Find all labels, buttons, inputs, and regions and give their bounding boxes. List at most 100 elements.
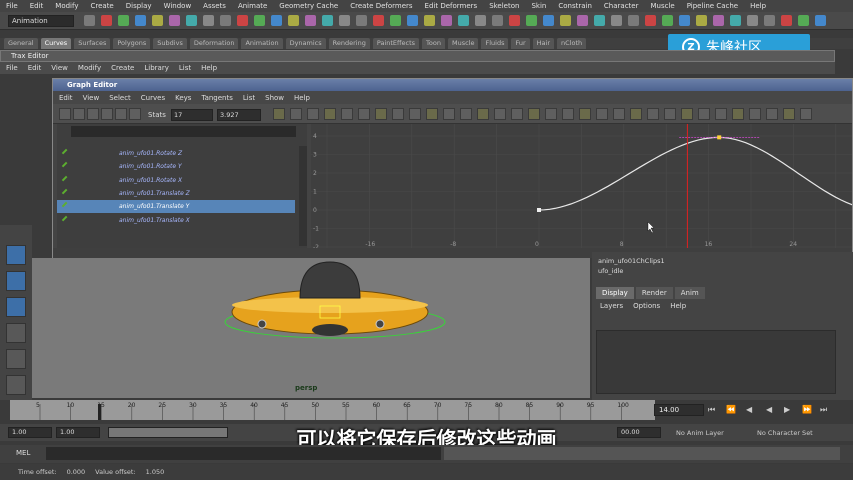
graph-tool-icon[interactable] — [73, 108, 85, 120]
tangent-tool-icon[interactable] — [783, 108, 795, 120]
shelf-tab-fur[interactable]: Fur — [511, 38, 530, 49]
toolbar-icon[interactable] — [356, 15, 367, 26]
tangent-tool-icon[interactable] — [528, 108, 540, 120]
select-tool-icon[interactable] — [6, 245, 26, 265]
menu-window[interactable]: Window — [164, 2, 192, 10]
toolbar-icon[interactable] — [577, 15, 588, 26]
toolbar-icon[interactable] — [713, 15, 724, 26]
toolbar-icon[interactable] — [747, 15, 758, 26]
toolbar-icon[interactable] — [509, 15, 520, 26]
graph-tool-icon[interactable] — [115, 108, 127, 120]
menu-modify[interactable]: Modify — [55, 2, 78, 10]
tangent-tool-icon[interactable] — [290, 108, 302, 120]
trax-menu-edit[interactable]: Edit — [28, 64, 42, 72]
tangent-tool-icon[interactable] — [596, 108, 608, 120]
menu-muscle[interactable]: Muscle — [650, 2, 674, 10]
graph-menu-keys[interactable]: Keys — [175, 94, 191, 102]
graph-menu-select[interactable]: Select — [109, 94, 131, 102]
menu-file[interactable]: File — [6, 2, 18, 10]
outliner-scrollbar[interactable] — [299, 146, 307, 246]
animation-curve-graph[interactable]: 43210-1-2-3-24-16-80816243240 — [311, 124, 852, 248]
tangent-tool-icon[interactable] — [426, 108, 438, 120]
tangent-tool-icon[interactable] — [324, 108, 336, 120]
toolbar-icon[interactable] — [305, 15, 316, 26]
channel-row[interactable]: anim_ufo01.Translate X — [57, 214, 295, 227]
channel-row[interactable]: anim_ufo01.Rotate Z — [57, 147, 295, 160]
channel-row[interactable]: anim_ufo01.Translate Z — [57, 187, 295, 200]
step-back-key-icon[interactable]: ⏪ — [726, 405, 736, 414]
tangent-tool-icon[interactable] — [443, 108, 455, 120]
graph-tool-icon[interactable] — [59, 108, 71, 120]
toolbar-icon[interactable] — [560, 15, 571, 26]
tangent-tool-icon[interactable] — [358, 108, 370, 120]
toolbar-icon[interactable] — [135, 15, 146, 26]
menu-pipeline-cache[interactable]: Pipeline Cache — [687, 2, 738, 10]
shelf-tab-general[interactable]: General — [4, 38, 38, 49]
toolbar-icon[interactable] — [220, 15, 231, 26]
menu-create[interactable]: Create — [90, 2, 113, 10]
step-back-icon[interactable]: ◀︎ — [746, 405, 752, 414]
tangent-tool-icon[interactable] — [392, 108, 404, 120]
shelf-tab-toon[interactable]: Toon — [422, 38, 445, 49]
trax-menu-list[interactable]: List — [179, 64, 191, 72]
menu-character[interactable]: Character — [604, 2, 639, 10]
stats-value-field[interactable]: 3.927 — [217, 109, 261, 121]
step-forward-icon[interactable]: ⏩ — [802, 405, 812, 414]
tangent-tool-icon[interactable] — [511, 108, 523, 120]
tangent-tool-icon[interactable] — [647, 108, 659, 120]
trax-menu-modify[interactable]: Modify — [78, 64, 101, 72]
outliner-filter-field[interactable] — [71, 126, 296, 137]
menu-set-selector[interactable]: Animation — [8, 15, 74, 27]
shelf-tab-animation[interactable]: Animation — [241, 38, 283, 49]
stats-frame-field[interactable]: 17 — [171, 109, 213, 121]
graph-tool-icon[interactable] — [87, 108, 99, 120]
menu-create-deformers[interactable]: Create Deformers — [350, 2, 412, 10]
toolbar-icon[interactable] — [645, 15, 656, 26]
tangent-tool-icon[interactable] — [341, 108, 353, 120]
toolbar-icon[interactable] — [475, 15, 486, 26]
graph-menu-list[interactable]: List — [243, 94, 255, 102]
menu-display[interactable]: Display — [126, 2, 152, 10]
tangent-tool-icon[interactable] — [494, 108, 506, 120]
toolbar-icon[interactable] — [169, 15, 180, 26]
trax-menu-help[interactable]: Help — [201, 64, 217, 72]
shelf-tab-ncloth[interactable]: nCloth — [557, 38, 587, 49]
tangent-tool-icon[interactable] — [545, 108, 557, 120]
toolbar-icon[interactable] — [781, 15, 792, 26]
shelf-tab-muscle[interactable]: Muscle — [447, 38, 479, 49]
tangent-tool-icon[interactable] — [749, 108, 761, 120]
toolbar-icon[interactable] — [441, 15, 452, 26]
shelf-tab-subdivs[interactable]: Subdivs — [153, 38, 187, 49]
toolbar-icon[interactable] — [543, 15, 554, 26]
play-back-icon[interactable]: ◀ — [766, 405, 772, 414]
toolbar-icon[interactable] — [611, 15, 622, 26]
toolbar-icon[interactable] — [594, 15, 605, 26]
toolbar-icon[interactable] — [696, 15, 707, 26]
shelf-tab-curves[interactable]: Curves — [40, 38, 72, 49]
toolbar-icon[interactable] — [84, 15, 95, 26]
toolbar-icon[interactable] — [288, 15, 299, 26]
toolbar-icon[interactable] — [764, 15, 775, 26]
current-time-indicator[interactable] — [98, 404, 101, 420]
go-start-icon[interactable]: ⏮ — [708, 405, 715, 415]
graph-menu-tangents[interactable]: Tangents — [201, 94, 232, 102]
graph-tool-icon[interactable] — [129, 108, 141, 120]
menu-skin[interactable]: Skin — [531, 2, 546, 10]
menu-edit[interactable]: Edit — [30, 2, 44, 10]
toolbar-icon[interactable] — [152, 15, 163, 26]
graph-menu-help[interactable]: Help — [294, 94, 310, 102]
current-frame-field[interactable]: 14.00 — [654, 404, 704, 416]
time-slider[interactable]: 5 10 15 20 25 30 35 40 45 50 55 60 65 70 75 80 85 90 95 100 — [10, 400, 655, 420]
layer-tab-anim[interactable]: Anim — [674, 287, 705, 299]
menu-assets[interactable]: Assets — [203, 2, 226, 10]
rotate-tool-icon[interactable] — [6, 297, 26, 317]
toolbar-icon[interactable] — [271, 15, 282, 26]
tangent-tool-icon[interactable] — [715, 108, 727, 120]
channel-row[interactable]: anim_ufo01.Rotate Y — [57, 160, 295, 173]
toolbar-icon[interactable] — [628, 15, 639, 26]
trax-menu-create[interactable]: Create — [111, 64, 134, 72]
tangent-tool-icon[interactable] — [630, 108, 642, 120]
move-tool-icon[interactable] — [6, 271, 26, 291]
toolbar-icon[interactable] — [815, 15, 826, 26]
3d-viewport[interactable] — [0, 258, 590, 398]
